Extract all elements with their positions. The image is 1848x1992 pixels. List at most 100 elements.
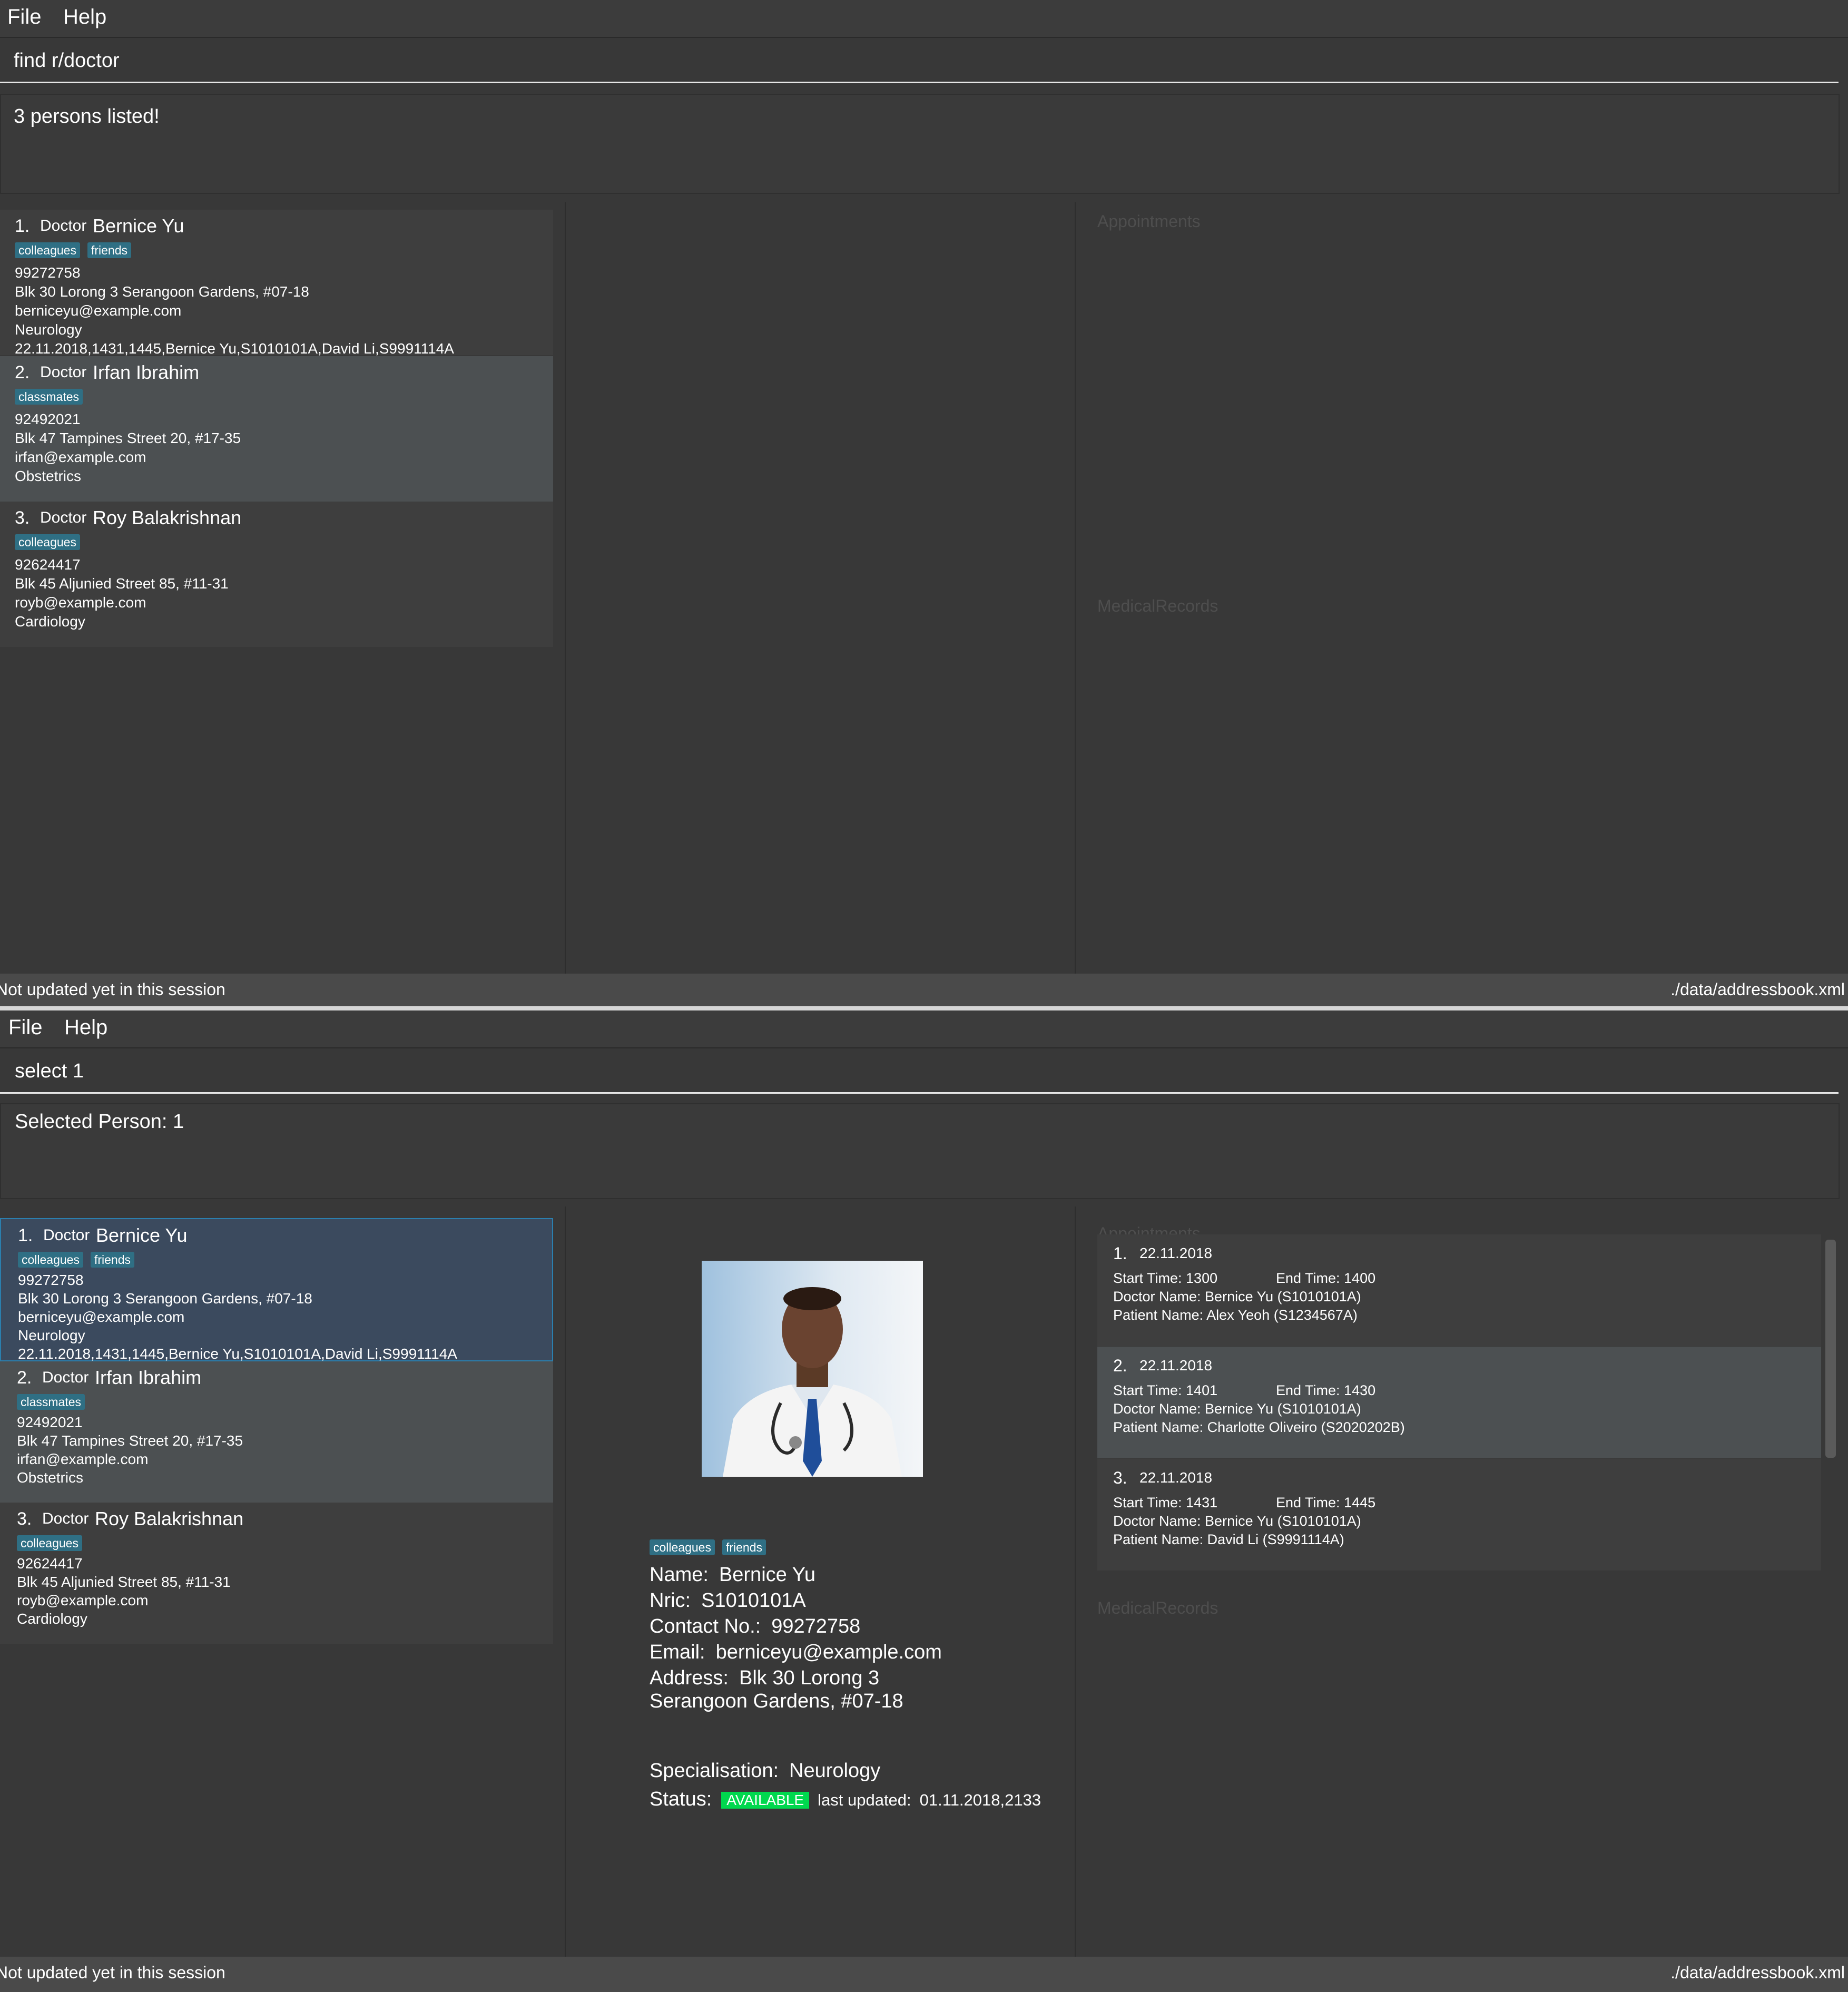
person-index: 1. <box>18 1225 33 1245</box>
appointment-date: 22.11.2018 <box>1139 1357 1213 1373</box>
person-index: 1. <box>15 216 30 236</box>
person-name: Bernice Yu <box>96 1224 188 1246</box>
save-location: ./data/addressbook.xml <box>1670 980 1845 999</box>
sync-status: Not updated yet in this session <box>0 980 225 999</box>
email-label: Email: <box>650 1641 705 1663</box>
menu-help[interactable]: Help <box>63 5 106 29</box>
detail-tags: colleagues friends <box>650 1539 773 1555</box>
address-label: Address: <box>650 1667 729 1689</box>
command-box[interactable]: find r/doctor <box>0 38 1848 83</box>
person-role: Doctor <box>42 1510 89 1527</box>
detail-email: Email: berniceyu@example.com <box>650 1641 942 1664</box>
person-tags: classmates <box>17 1394 92 1410</box>
detail-specialisation: Specialisation: Neurology <box>650 1760 880 1782</box>
detail-address: Address: Blk 30 Lorong 3 <box>650 1667 879 1690</box>
detail-status: Status: AVAILABLE last updated: 01.11.2018,… <box>650 1788 1066 1811</box>
tag: colleagues <box>650 1539 715 1555</box>
person-email: irfan@example.com <box>15 449 146 465</box>
person-role: Doctor <box>43 1226 90 1244</box>
person-tags: classmates <box>15 389 90 405</box>
person-email: irfan@example.com <box>17 1451 149 1467</box>
result-text: 3 persons listed! <box>14 105 160 127</box>
person-card[interactable]: 3. Doctor Roy Balakrishnan colleagues 92… <box>0 1503 553 1644</box>
person-tags: colleagues friends <box>18 1252 142 1268</box>
appointment-index: 1. <box>1113 1244 1127 1263</box>
person-tags: colleagues <box>17 1535 90 1551</box>
person-specialisation: Neurology <box>18 1327 85 1343</box>
nric-label: Nric: <box>650 1589 691 1612</box>
appointment-date: 22.11.2018 <box>1139 1469 1213 1486</box>
tag: classmates <box>17 1394 85 1410</box>
panel-divider[interactable] <box>565 1206 566 1957</box>
person-phone: 92624417 <box>17 1555 83 1572</box>
spec-value: Neurology <box>789 1760 881 1782</box>
person-card[interactable]: 2. Doctor Irfan Ibrahim classmates 92492… <box>0 1361 553 1503</box>
person-email: royb@example.com <box>17 1592 149 1608</box>
result-display: 3 persons listed! <box>0 94 1840 194</box>
address-value: Blk 30 Lorong 3 <box>739 1667 880 1689</box>
menu-file[interactable]: File <box>8 1016 42 1039</box>
email-value: berniceyu@example.com <box>715 1641 942 1663</box>
person-index: 2. <box>15 362 30 382</box>
menu-bar: File Help <box>0 1010 1848 1048</box>
appointment-date: 22.11.2018 <box>1139 1245 1213 1261</box>
person-specialisation: Obstetrics <box>17 1469 84 1486</box>
command-input[interactable]: find r/doctor <box>14 50 120 72</box>
spec-label: Specialisation: <box>650 1760 779 1782</box>
panel-divider[interactable] <box>1075 1206 1076 1957</box>
appointment-doctor: Doctor Name: Bernice Yu (S1010101A) <box>1113 1513 1361 1529</box>
detail-address-line2: Serangoon Gardens, #07-18 <box>650 1690 903 1712</box>
person-address: Blk 30 Lorong 3 Serangoon Gardens, #07-1… <box>18 1290 312 1307</box>
command-input[interactable]: select 1 <box>15 1060 84 1083</box>
menu-bar: File Help <box>0 0 1848 38</box>
tag: friends <box>90 1252 135 1268</box>
appointment-scrollbar[interactable] <box>1825 1240 1836 1458</box>
appointment-patient: Patient Name: Alex Yeoh (S1234567A) <box>1113 1307 1358 1323</box>
sync-status: Not updated yet in this session <box>0 1963 225 1982</box>
menu-help[interactable]: Help <box>64 1016 107 1039</box>
person-name: Irfan Ibrahim <box>93 361 200 383</box>
detail-panel <box>566 202 1075 974</box>
person-phone: 92492021 <box>17 1414 83 1430</box>
person-name: Irfan Ibrahim <box>95 1367 202 1388</box>
person-card[interactable]: 2. Doctor Irfan Ibrahim classmates 92492… <box>0 356 553 502</box>
person-index: 3. <box>15 508 30 528</box>
person-card-selected[interactable]: 1. Doctor Bernice Yu colleagues friends 9… <box>0 1218 553 1362</box>
appointment-card[interactable]: 2. 22.11.2018 Start Time: 1401 End Time:… <box>1097 1347 1821 1458</box>
person-specialisation: Obstetrics <box>15 468 82 484</box>
updated-value: 01.11.2018,2133 <box>919 1791 1041 1809</box>
appointment-card[interactable]: 1. 22.11.2018 Start Time: 1300 End Time:… <box>1097 1234 1821 1346</box>
person-name: Roy Balakrishnan <box>93 507 242 528</box>
command-box[interactable]: select 1 <box>0 1048 1848 1094</box>
person-card[interactable]: 3. Doctor Roy Balakrishnan colleagues 92… <box>0 502 553 647</box>
person-email: berniceyu@example.com <box>18 1309 185 1325</box>
person-card[interactable]: 1. Doctor Bernice Yu colleagues friends 9… <box>0 210 553 357</box>
contact-value: 99272758 <box>771 1615 861 1637</box>
person-list-panel[interactable]: 1. Doctor Bernice Yu colleagues friends 9… <box>0 202 565 974</box>
appointment-card[interactable]: 3. 22.11.2018 Start Time: 1431 End Time:… <box>1097 1459 1821 1571</box>
appointment-doctor: Doctor Name: Bernice Yu (S1010101A) <box>1113 1289 1361 1304</box>
command-underline <box>0 82 1839 83</box>
person-phone: 92492021 <box>15 411 81 427</box>
appointment-index: 3. <box>1113 1468 1127 1487</box>
panel-divider[interactable] <box>1075 202 1076 974</box>
medical-records-label: MedicalRecords <box>1097 1598 1218 1617</box>
name-value: Bernice Yu <box>719 1564 816 1586</box>
person-list-panel[interactable]: 1. Doctor Bernice Yu colleagues friends 9… <box>0 1206 565 1957</box>
appointment-end: End Time: 1430 <box>1276 1382 1376 1398</box>
appointment-end: End Time: 1400 <box>1276 1270 1376 1286</box>
status-bar: Not updated yet in this session ./data/a… <box>0 974 1848 1006</box>
nric-value: S1010101A <box>701 1589 806 1612</box>
tag: colleagues <box>17 1535 82 1551</box>
person-address: Blk 45 Aljunied Street 85, #11-31 <box>15 575 229 592</box>
save-location: ./data/addressbook.xml <box>1670 1963 1845 1982</box>
person-specialisation: Neurology <box>15 321 82 338</box>
result-display: Selected Person: 1 <box>0 1103 1840 1199</box>
status-bar: Not updated yet in this session ./data/a… <box>0 1957 1848 1992</box>
appointment-start: Start Time: 1431 <box>1113 1495 1218 1510</box>
detail-nric: Nric: S1010101A <box>650 1589 806 1612</box>
appointment-start: Start Time: 1300 <box>1113 1270 1218 1286</box>
person-role: Doctor <box>40 509 87 526</box>
menu-file[interactable]: File <box>7 5 41 29</box>
person-appointment: 22.11.2018,1431,1445,Bernice Yu,S1010101… <box>15 340 454 357</box>
